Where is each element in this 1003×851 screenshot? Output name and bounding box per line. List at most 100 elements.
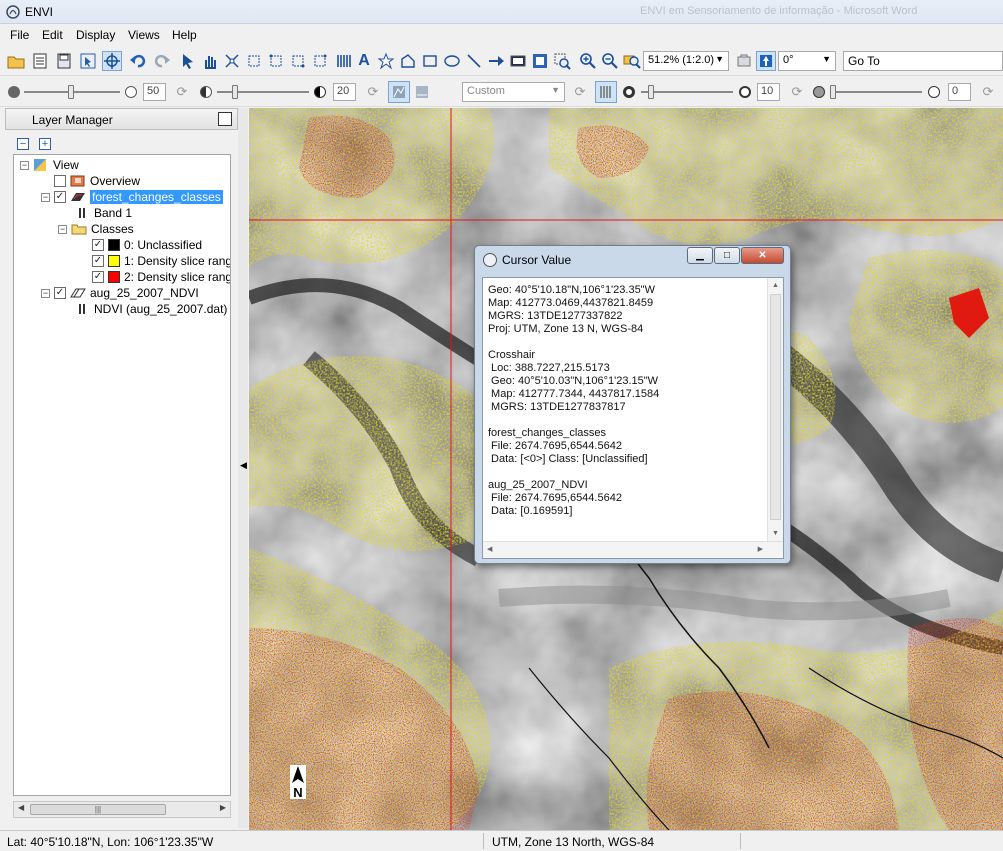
stretch-histogram-icon[interactable] (388, 81, 410, 103)
collapse-icon[interactable]: − (20, 160, 29, 170)
tree-ndvi-band-node[interactable]: NDVI (aug_25_2007.dat) (74, 301, 227, 317)
rotation-select[interactable]: 0° ▼ (778, 51, 836, 71)
sharpen-reset-icon[interactable]: ⟳ (787, 82, 807, 102)
rotate-north-icon[interactable] (756, 51, 776, 71)
tree-overview-node[interactable]: Overview (54, 173, 140, 189)
reshape-3-icon[interactable] (288, 51, 308, 71)
zoom-in-icon[interactable] (578, 51, 598, 71)
scroll-up-icon[interactable]: ▲ (772, 282, 779, 289)
undo-icon[interactable] (128, 51, 148, 71)
brightness-value[interactable]: 50 (143, 83, 166, 101)
menu-edit[interactable]: Edit (42, 28, 63, 42)
reshape-2-icon[interactable] (266, 51, 286, 71)
scroll-right-icon[interactable]: ▶ (758, 545, 763, 553)
north-arrow[interactable]: N (290, 765, 306, 800)
data-manager-icon[interactable] (30, 51, 50, 71)
collapse-icon[interactable]: − (58, 224, 67, 234)
close-button[interactable]: ✕ (741, 247, 784, 264)
redo-icon[interactable] (152, 51, 172, 71)
menu-views[interactable]: Views (128, 28, 160, 42)
overview-checkbox[interactable] (54, 175, 66, 187)
stretch-select[interactable]: Custom ▼ (462, 82, 565, 102)
save-icon[interactable] (54, 51, 74, 71)
cursor-value-dialog[interactable]: Cursor Value ▁ □ ✕ Geo: 40°5'10.18"N,106… (474, 245, 791, 564)
collapse-left-icon[interactable]: ◀ (240, 460, 247, 471)
transparency-slider[interactable] (830, 91, 922, 93)
zoom-select[interactable]: 51.2% (1:2.0) ▼ (643, 51, 729, 71)
brightness-reset-icon[interactable]: ⟳ (172, 82, 192, 102)
tree-class-0[interactable]: ✓ 0: Unclassified (92, 237, 202, 253)
polygon-annotation-icon[interactable] (398, 51, 418, 71)
contrast-slider-thumb[interactable] (232, 85, 238, 99)
tree-classes-node[interactable]: − Classes (58, 221, 134, 237)
text-annotation-icon[interactable]: A (354, 51, 374, 71)
brightness-slider-thumb[interactable] (68, 85, 74, 99)
sharpen-value[interactable]: 10 (757, 83, 780, 101)
symbol-annotation-icon[interactable] (376, 51, 396, 71)
reshape-4-icon[interactable] (310, 51, 330, 71)
rectangle-annotation-icon[interactable] (420, 51, 440, 71)
transparency-slider-thumb[interactable] (830, 85, 836, 99)
goto-input[interactable]: Go To (843, 51, 1003, 71)
vertical-scrollbar[interactable]: ▲ ▼ (767, 278, 783, 541)
scroll-thumb[interactable] (770, 294, 781, 520)
panel-collapse-bar[interactable]: ◀ (238, 108, 248, 828)
collapse-icon[interactable]: − (41, 192, 50, 202)
scroll-right-icon[interactable]: ▶ (220, 803, 226, 812)
transparency-value[interactable]: 0 (948, 83, 971, 101)
menu-display[interactable]: Display (76, 28, 115, 42)
expand-all-icon[interactable]: + (39, 138, 51, 150)
tree-layer-ndvi[interactable]: − ✓ aug_25_2007_NDVI (41, 285, 199, 301)
zoom-fit-icon[interactable] (622, 51, 642, 71)
tree-band1-node[interactable]: Band 1 (74, 205, 132, 221)
undock-icon[interactable] (218, 112, 232, 126)
zoom-out-icon[interactable] (600, 51, 620, 71)
menu-help[interactable]: Help (172, 28, 197, 42)
stretch-stats-icon[interactable] (411, 81, 433, 103)
scroll-left-icon[interactable]: ◀ (487, 545, 492, 553)
sharpen-toggle-icon[interactable] (595, 81, 617, 103)
line-annotation-icon[interactable] (464, 51, 484, 71)
sharpen-slider[interactable] (641, 91, 733, 93)
crosshair-icon[interactable] (102, 51, 122, 71)
rotate-icon[interactable] (734, 51, 754, 71)
scroll-down-icon[interactable]: ▼ (772, 530, 779, 537)
select-icon[interactable] (78, 51, 98, 71)
ndvi-checkbox[interactable]: ✓ (54, 287, 66, 299)
scroll-left-icon[interactable]: ◀ (18, 803, 24, 812)
layer-tree-hscroll[interactable]: ◀ ||| ▶ (13, 801, 231, 818)
tree-class-2[interactable]: ✓ 2: Density slice range (92, 269, 230, 285)
horizontal-scrollbar[interactable]: ◀ ▶ (483, 541, 783, 558)
vertex-edit-icon[interactable] (222, 51, 242, 71)
open-folder-icon[interactable] (6, 51, 26, 71)
picture-annotation-icon[interactable] (508, 51, 528, 71)
minimize-button[interactable]: ▁ (687, 247, 713, 264)
tree-class-1[interactable]: ✓ 1: Density slice range (92, 253, 230, 269)
contrast-slider[interactable] (217, 91, 309, 93)
arrow-annotation-icon[interactable] (486, 51, 506, 71)
tree-layer-forest-changes[interactable]: − ✓ forest_changes_classes (41, 189, 223, 205)
class-0-checkbox[interactable]: ✓ (92, 239, 104, 251)
stretch-reset-icon[interactable]: ⟳ (570, 82, 590, 102)
pan-hand-icon[interactable] (200, 51, 220, 71)
scroll-thumb[interactable]: ||| (30, 804, 166, 815)
forest-changes-checkbox[interactable]: ✓ (54, 191, 66, 203)
cursor-value-text-area[interactable]: Geo: 40°5'10.18"N,106°1'23.35"W Map: 4127… (482, 277, 784, 559)
ellipse-annotation-icon[interactable] (442, 51, 462, 71)
magnifier-area-icon[interactable] (552, 51, 572, 71)
collapse-icon[interactable]: − (41, 288, 50, 298)
reshape-icon[interactable] (244, 51, 264, 71)
chip-view-icon[interactable] (530, 51, 550, 71)
class-1-checkbox[interactable]: ✓ (92, 255, 104, 267)
class-2-checkbox[interactable]: ✓ (92, 271, 104, 283)
tree-view-node[interactable]: − View (20, 157, 79, 173)
collapse-all-icon[interactable]: − (17, 138, 29, 150)
maximize-button[interactable]: □ (714, 247, 740, 264)
pointer-icon[interactable] (178, 51, 198, 71)
transparency-reset-icon[interactable]: ⟳ (978, 82, 998, 102)
sharpen-slider-thumb[interactable] (648, 85, 654, 99)
contrast-reset-icon[interactable]: ⟳ (363, 82, 383, 102)
grid-lines-icon[interactable] (334, 51, 354, 71)
contrast-value[interactable]: 20 (333, 83, 356, 101)
menu-file[interactable]: File (10, 28, 29, 42)
